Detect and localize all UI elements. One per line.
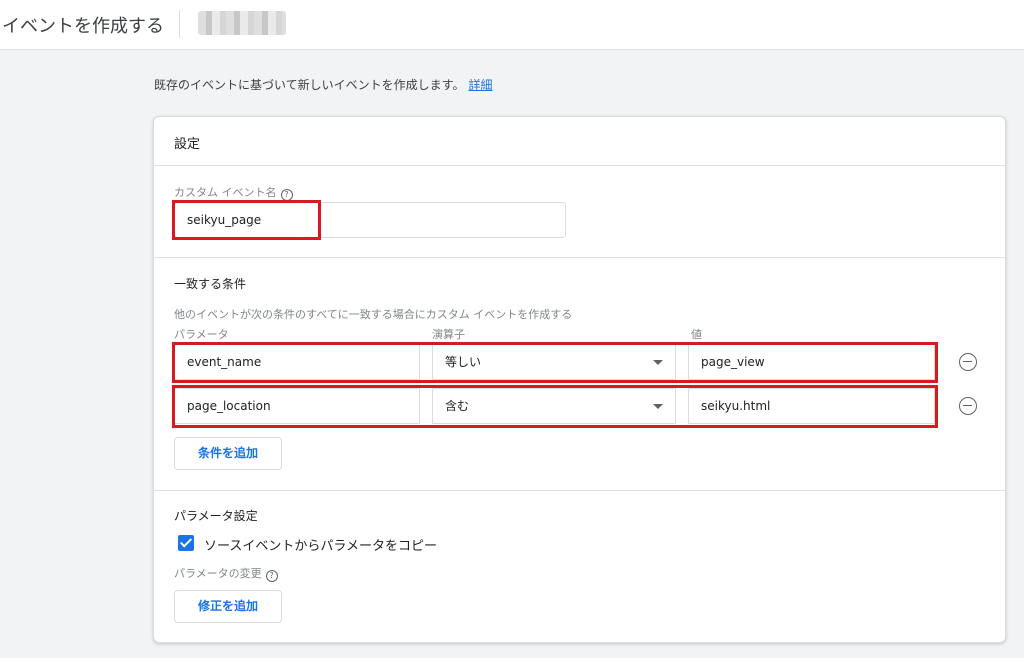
intro-text: 既存のイベントに基づいて新しいイベントを作成します。 詳細 — [154, 76, 492, 93]
title-divider — [179, 10, 180, 38]
blurred-property-name — [198, 11, 286, 35]
add-modification-button[interactable]: 修正を追加 — [174, 590, 282, 623]
top-bar: イベントを作成する — [0, 0, 1024, 50]
remove-condition-icon[interactable] — [959, 397, 977, 415]
divider — [154, 257, 1005, 258]
modify-params-label: パラメータの変更 — [174, 567, 262, 580]
help-icon[interactable]: ? — [265, 570, 278, 582]
column-param: パラメータ — [174, 328, 229, 341]
copy-params-checkbox[interactable] — [178, 535, 194, 551]
matching-description: 他のイベントが次の条件のすべてに一致する場合にカスタム イベントを作成する — [174, 308, 573, 321]
copy-params-label: ソースイベントからパラメータをコピー — [204, 539, 437, 554]
custom-event-label: カスタム イベント名 — [174, 186, 277, 199]
column-value: 値 — [691, 328, 702, 341]
page-title: イベントを作成する — [2, 16, 164, 37]
custom-event-label-wrap: カスタム イベント名? — [174, 184, 293, 201]
matching-title: 一致する条件 — [174, 277, 247, 291]
add-condition-button[interactable]: 条件を追加 — [174, 437, 282, 470]
param-settings-title: パラメータ設定 — [174, 509, 258, 523]
intro-description: 既存のイベントに基づいて新しいイベントを作成します。 — [154, 78, 465, 92]
highlight-box — [172, 342, 938, 383]
column-operator: 演算子 — [432, 328, 465, 341]
settings-card: 設定 カスタム イベント名? seikyu_page 一致する条件 他のイベント… — [153, 116, 1006, 643]
divider — [154, 165, 1005, 166]
remove-condition-icon[interactable] — [959, 353, 977, 371]
highlight-box — [172, 200, 321, 240]
learn-more-link[interactable]: 詳細 — [468, 78, 492, 92]
modify-params-label-wrap: パラメータの変更? — [174, 565, 278, 582]
settings-title: 設定 — [174, 137, 201, 152]
highlight-box — [172, 385, 938, 428]
divider — [154, 490, 1005, 491]
